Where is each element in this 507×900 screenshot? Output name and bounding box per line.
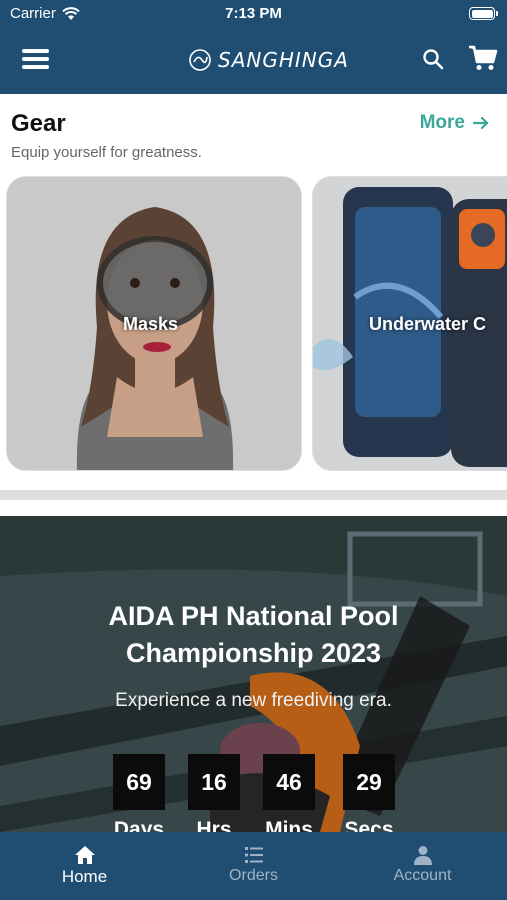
- tab-home[interactable]: Home: [0, 832, 169, 900]
- countdown-seconds-value: 29: [343, 754, 395, 810]
- countdown-days-value: 69: [113, 754, 165, 810]
- section-title: Gear: [11, 110, 66, 137]
- top-nav: SANGHINGA: [0, 38, 507, 82]
- battery-icon: [469, 7, 498, 20]
- category-card-masks[interactable]: Masks: [6, 176, 302, 471]
- brand-logo: SANGHINGA: [188, 46, 349, 74]
- home-icon: [75, 846, 95, 864]
- countdown-minutes-label: Mins: [265, 818, 313, 832]
- list-icon: [245, 847, 263, 863]
- app-screen: Carrier 7:13 PM SANGHINGA Gear Equip you…: [0, 0, 507, 900]
- search-icon[interactable]: [422, 48, 444, 70]
- category-card-underwater[interactable]: Underwater C: [312, 176, 507, 471]
- spacer: [0, 500, 507, 516]
- countdown-seconds-label: Secs: [344, 818, 394, 832]
- event-subtitle: Experience a new freediving era.: [115, 690, 392, 711]
- section-divider: [0, 490, 507, 500]
- arrow-right-icon: [473, 116, 489, 130]
- more-link[interactable]: More: [420, 112, 489, 134]
- status-time: 7:13 PM: [225, 5, 282, 22]
- countdown-days-label: Days: [113, 818, 165, 832]
- event-title: AIDA PH National Pool Championship 2023: [0, 598, 507, 672]
- bottom-tab-bar: Home Orders Account: [0, 832, 507, 900]
- countdown-minutes-value: 46: [263, 754, 315, 810]
- tab-label: Orders: [229, 867, 278, 884]
- countdown-hours-label: Hrs: [196, 818, 232, 832]
- section-subtitle: Equip yourself for greatness.: [11, 144, 202, 161]
- logo-mark-icon: [189, 49, 211, 71]
- cart-icon[interactable]: [468, 44, 498, 72]
- event-banner[interactable]: AIDA PH National Pool Championship 2023 …: [0, 516, 507, 832]
- gear-section: Gear Equip yourself for greatness. More: [0, 94, 507, 489]
- tab-account[interactable]: Account: [338, 832, 507, 900]
- tab-label: Home: [61, 867, 108, 886]
- event-title-line-2: Championship 2023: [125, 638, 382, 668]
- card-label: Masks: [123, 314, 179, 334]
- app-header: Carrier 7:13 PM SANGHINGA: [0, 0, 507, 94]
- status-bar: Carrier 7:13 PM: [0, 0, 507, 28]
- person-icon: [414, 846, 432, 865]
- card-label: Underwater C: [369, 314, 487, 334]
- tab-orders[interactable]: Orders: [169, 832, 338, 900]
- pool-photo: [0, 516, 507, 832]
- more-label: More: [419, 112, 465, 133]
- event-title-line-1: AIDA PH National Pool: [108, 601, 399, 631]
- countdown-hours-value: 16: [188, 754, 240, 810]
- brand-name: SANGHINGA: [218, 48, 349, 72]
- tab-label: Account: [393, 867, 452, 884]
- hamburger-menu-icon[interactable]: [22, 47, 49, 71]
